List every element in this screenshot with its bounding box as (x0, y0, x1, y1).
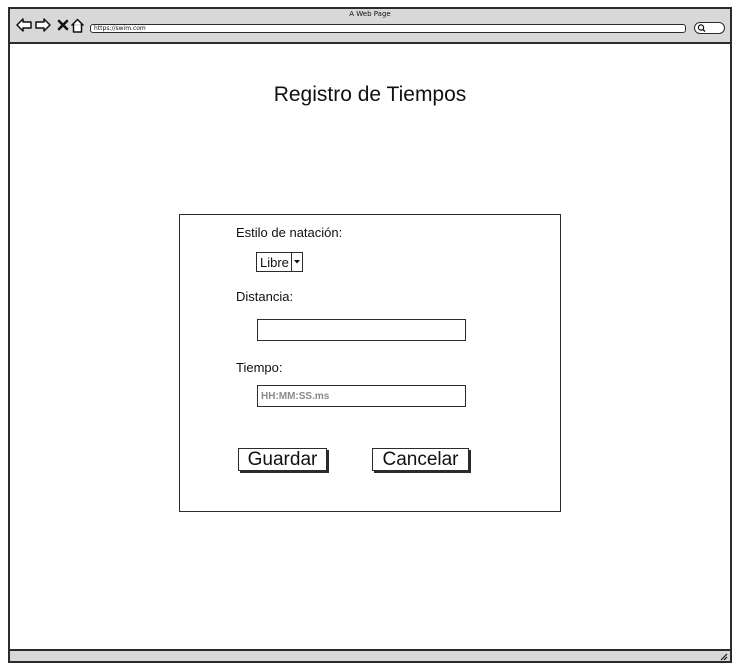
style-label: Estilo de natación: (236, 225, 343, 240)
back-arrow-icon[interactable] (16, 17, 32, 33)
resize-grip-icon[interactable] (718, 652, 728, 661)
browser-statusbar (10, 649, 730, 661)
page-title: Registro de Tiempos (273, 83, 467, 106)
cancel-button[interactable]: Cancelar (372, 448, 469, 471)
forward-arrow-icon[interactable] (35, 17, 51, 33)
time-label: Tiempo: (236, 360, 283, 375)
style-select[interactable]: Libre (256, 252, 303, 272)
home-icon[interactable] (69, 17, 85, 33)
browser-titlebar: A Web Page https://swim.com (10, 9, 730, 44)
url-bar[interactable]: https://swim.com (90, 24, 686, 33)
distance-label: Distancia: (236, 289, 294, 304)
chevron-down-icon (291, 253, 302, 271)
search-button[interactable] (694, 22, 725, 34)
style-select-value: Libre (260, 255, 289, 270)
search-icon (697, 24, 706, 32)
window-title: A Web Page (349, 10, 391, 18)
time-input[interactable] (257, 385, 466, 407)
distance-input[interactable] (257, 319, 466, 341)
save-button[interactable]: Guardar (238, 448, 327, 471)
